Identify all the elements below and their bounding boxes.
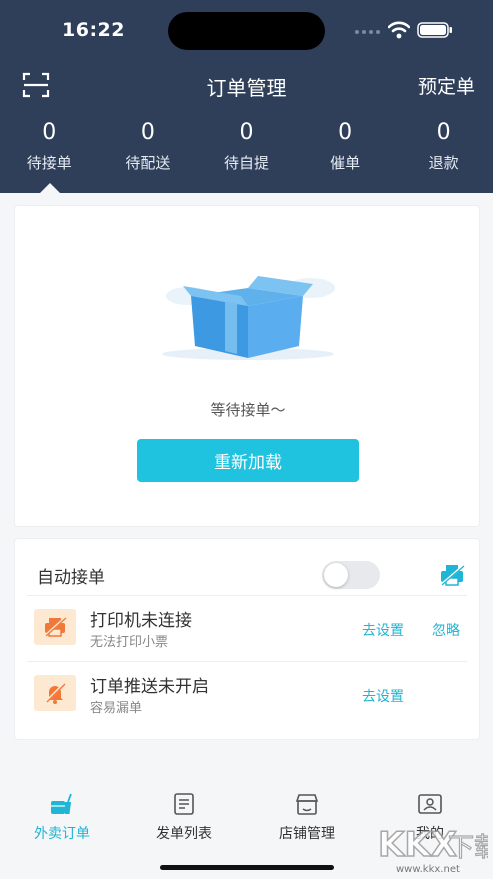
dynamic-island (168, 12, 325, 50)
takeout-cup-icon (51, 793, 72, 814)
stat-count: 0 (436, 120, 451, 145)
alert-title: 打印机未连接 (90, 611, 192, 631)
profile-card-icon (418, 794, 442, 814)
store-icon (295, 794, 319, 815)
nav-bar: 订单管理 预定单 (0, 64, 493, 106)
tab-takeout-orders[interactable]: 外卖订单 (12, 792, 112, 843)
svg-text:KKX: KKX (378, 825, 457, 865)
stat-count: 0 (338, 120, 353, 145)
battery-icon (417, 22, 452, 38)
stat-count: 0 (42, 120, 57, 145)
stat-label: 待自提 (223, 154, 269, 172)
stat-count: 0 (239, 120, 254, 145)
stat-label: 待接单 (26, 154, 72, 172)
svg-text:www.kkx.net: www.kkx.net (396, 864, 460, 875)
tab-label: 发单列表 (156, 826, 212, 842)
stat-pending-pickup[interactable]: 0 待自提 (197, 118, 296, 180)
reload-button[interactable]: 重新加载 (137, 439, 359, 482)
stat-count: 0 (140, 120, 155, 145)
stat-label: 退款 (428, 154, 459, 172)
push-setup-link[interactable]: 去设置 (362, 686, 404, 706)
printer-icon[interactable] (439, 563, 465, 587)
tab-dispatch-list[interactable]: 发单列表 (134, 792, 234, 843)
printer-ignore-link[interactable]: 忽略 (432, 620, 460, 640)
signal-icon (355, 26, 381, 34)
push-alert-row: 订单推送未开启 容易漏单 去设置 (27, 661, 467, 727)
printer-alert-row: 打印机未连接 无法打印小票 去设置 忽略 (27, 595, 467, 661)
printer-alert-icon-box (34, 609, 76, 645)
receipt-list-icon (174, 793, 194, 815)
bell-off-icon (45, 683, 66, 704)
home-indicator (160, 865, 334, 870)
toggle-knob (324, 563, 348, 587)
auto-accept-row: 自动接单 (27, 549, 467, 595)
active-tab-pointer (40, 183, 60, 193)
wifi-icon (388, 21, 410, 39)
tab-store-management[interactable]: 店铺管理 (257, 792, 357, 843)
alert-title: 订单推送未开启 (90, 677, 209, 697)
svg-text:下载: 下载 (448, 833, 488, 863)
auto-accept-toggle[interactable] (322, 561, 380, 589)
push-alert-icon-box (34, 675, 76, 711)
stat-urge[interactable]: 0 催单 (296, 118, 395, 180)
empty-state-card: 等待接单～ 重新加载 (14, 205, 480, 527)
header: 16:22 订单管理 预定单 0 待接单 0 待配送 0 待自提 0 催单 0 … (0, 0, 493, 193)
stat-pending-accept[interactable]: 0 待接单 (0, 118, 99, 180)
empty-box-illustration (162, 276, 335, 360)
tab-label: 外卖订单 (34, 826, 90, 842)
empty-message: 等待接单～ (210, 401, 286, 419)
stat-pending-delivery[interactable]: 0 待配送 (99, 118, 198, 180)
printer-setup-link[interactable]: 去设置 (362, 620, 404, 640)
preorder-button[interactable]: 预定单 (418, 72, 475, 99)
alert-subtitle: 无法打印小票 (90, 635, 169, 650)
stat-label: 待配送 (125, 154, 171, 172)
kkx-watermark-logo: KKX 下载 www.kkx.net (378, 824, 488, 875)
tab-label: 店铺管理 (279, 826, 335, 842)
stat-refund[interactable]: 0 退款 (394, 118, 493, 180)
status-time: 16:22 (62, 19, 125, 41)
stat-label: 催单 (330, 154, 361, 172)
status-bar: 16:22 (0, 0, 493, 56)
order-stats: 0 待接单 0 待配送 0 待自提 0 催单 0 退款 (0, 118, 493, 180)
settings-card: 自动接单 打印机未连接 无法打印小票 去设置 忽略 订单推送未开启 容易漏单 去… (14, 538, 480, 740)
alert-subtitle: 容易漏单 (90, 701, 143, 716)
printer-off-icon (44, 617, 67, 637)
auto-accept-label: 自动接单 (37, 568, 105, 588)
